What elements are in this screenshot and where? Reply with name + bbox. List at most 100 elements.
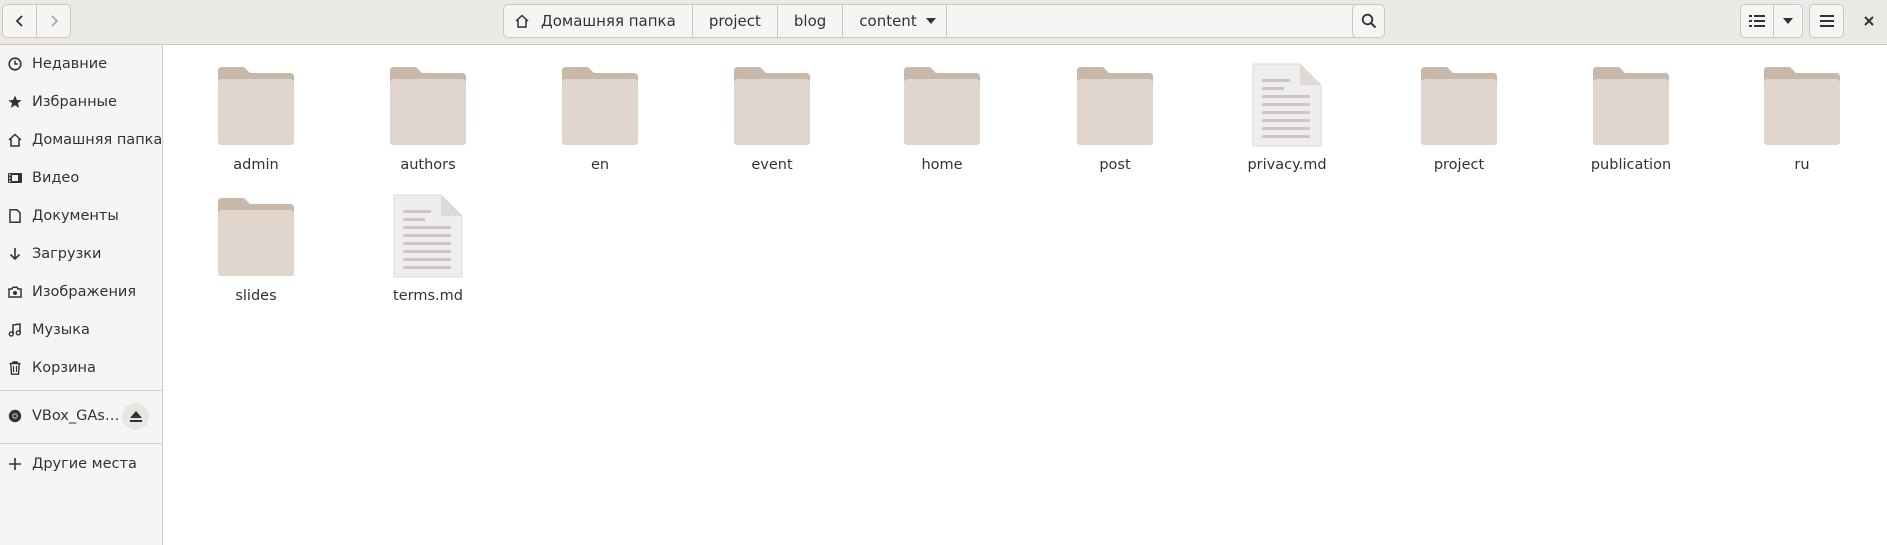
- file-name: terms.md: [393, 288, 463, 304]
- close-window-button[interactable]: [1858, 10, 1880, 32]
- file-item[interactable]: ru: [1732, 63, 1872, 183]
- file-item[interactable]: authors: [358, 63, 498, 183]
- clock-icon: [7, 56, 23, 72]
- sidebar-item-label: Видео: [32, 170, 80, 186]
- folder-icon: [732, 63, 812, 147]
- document-icon: [7, 208, 23, 224]
- breadcrumb-home[interactable]: Домашняя папка: [504, 5, 693, 37]
- view-options-dropdown[interactable]: [1773, 4, 1803, 38]
- folder-icon: [216, 194, 296, 278]
- file-item[interactable]: home: [872, 63, 1012, 183]
- home-icon: [515, 14, 529, 28]
- file-grid: admin authors en event home post privacy…: [163, 45, 1887, 545]
- chevron-right-icon: [50, 15, 58, 27]
- camera-icon: [7, 284, 23, 300]
- sidebar-item-label: Избранные: [32, 94, 117, 110]
- sidebar-item-starred[interactable]: Избранные: [0, 83, 162, 121]
- download-icon: [7, 246, 23, 262]
- folder-icon: [1075, 63, 1155, 147]
- file-name: post: [1099, 157, 1131, 173]
- sidebar-item-downloads[interactable]: Загрузки: [0, 235, 162, 273]
- path-bar: Домашняя папка project blog content: [503, 4, 1373, 38]
- sidebar-item-trash[interactable]: Корзина: [0, 349, 162, 387]
- chevron-down-icon: [1783, 18, 1793, 24]
- sidebar-item-label: Недавние: [32, 56, 108, 72]
- header-bar: Домашняя папка project blog content: [0, 0, 1887, 45]
- folder-icon: [1591, 63, 1671, 147]
- video-icon: [7, 170, 23, 186]
- file-name: event: [751, 157, 793, 173]
- chevron-left-icon: [15, 15, 23, 27]
- star-icon: [7, 94, 23, 110]
- sidebar-item-label: Корзина: [32, 360, 96, 376]
- folder-icon: [1762, 63, 1842, 147]
- sidebar-item-label: VBox_GAs…: [32, 408, 120, 424]
- hamburger-menu-icon: [1819, 15, 1834, 27]
- file-name: project: [1433, 157, 1485, 173]
- file-name: authors: [400, 157, 456, 173]
- sidebar-item-label: Другие места: [32, 456, 137, 472]
- sidebar-item-pictures[interactable]: Изображения: [0, 273, 162, 311]
- breadcrumb-label: content: [859, 12, 917, 30]
- folder-icon: [1419, 63, 1499, 147]
- close-icon: [1864, 16, 1874, 26]
- file-item[interactable]: terms.md: [358, 194, 498, 314]
- file-item[interactable]: project: [1389, 63, 1529, 183]
- breadcrumb-label: project: [708, 12, 761, 30]
- eject-icon: [129, 411, 142, 422]
- main-menu-button[interactable]: [1809, 4, 1844, 38]
- text-file-icon: [1247, 63, 1327, 147]
- sidebar-item-label: Изображения: [32, 284, 137, 300]
- file-item[interactable]: privacy.md: [1217, 63, 1357, 183]
- file-item[interactable]: post: [1045, 63, 1185, 183]
- file-name: home: [921, 157, 963, 173]
- sidebar-item-label: Музыка: [32, 322, 90, 338]
- folder-icon: [902, 63, 982, 147]
- eject-button[interactable]: [122, 403, 149, 430]
- path-bar-empty-area: [947, 5, 1372, 37]
- sidebar-item-label: Документы: [32, 208, 119, 224]
- plus-icon: [7, 456, 23, 472]
- file-item[interactable]: admin: [186, 63, 326, 183]
- folder-icon: [388, 63, 468, 147]
- sidebar-item-label: Домашняя папка: [32, 132, 162, 148]
- sidebar-item-music[interactable]: Музыка: [0, 311, 162, 349]
- text-file-icon: [388, 194, 468, 278]
- forward-button[interactable]: [36, 4, 71, 38]
- list-view-button[interactable]: [1740, 4, 1774, 38]
- sidebar-item-videos[interactable]: Видео: [0, 159, 162, 197]
- sidebar-item-recent[interactable]: Недавние: [0, 45, 162, 83]
- folder-icon: [216, 63, 296, 147]
- breadcrumb-content[interactable]: content: [843, 5, 948, 37]
- list-view-icon: [1749, 15, 1765, 27]
- sidebar-separator: [0, 443, 162, 444]
- sidebar-item-home[interactable]: Домашняя папка: [0, 121, 162, 159]
- sidebar-item-documents[interactable]: Документы: [0, 197, 162, 235]
- file-name: ru: [1794, 157, 1810, 173]
- trash-icon: [7, 360, 23, 376]
- sidebar-separator: [0, 390, 162, 391]
- search-icon: [1361, 13, 1376, 29]
- file-item[interactable]: slides: [186, 194, 326, 314]
- disc-icon: [7, 408, 23, 424]
- sidebar-item-label: Загрузки: [32, 246, 102, 262]
- file-item[interactable]: publication: [1561, 63, 1701, 183]
- breadcrumb-blog[interactable]: blog: [778, 5, 844, 37]
- file-name: publication: [1590, 157, 1672, 173]
- file-name: admin: [233, 157, 279, 173]
- file-item[interactable]: en: [530, 63, 670, 183]
- home-icon: [7, 132, 23, 148]
- sidebar-item-other-locations[interactable]: Другие места: [0, 445, 162, 483]
- search-button[interactable]: [1352, 4, 1385, 38]
- breadcrumb-label: Домашняя папка: [541, 12, 676, 30]
- file-name: en: [590, 157, 610, 173]
- file-name: slides: [235, 288, 277, 304]
- sidebar: Недавние Избранные Домашняя папка Видео …: [0, 45, 163, 545]
- file-item[interactable]: event: [702, 63, 842, 183]
- breadcrumb-project[interactable]: project: [693, 5, 778, 37]
- folder-icon: [560, 63, 640, 147]
- breadcrumb-label: blog: [793, 12, 827, 30]
- back-button[interactable]: [2, 4, 37, 38]
- chevron-down-icon[interactable]: [917, 17, 947, 25]
- file-name: privacy.md: [1247, 157, 1327, 173]
